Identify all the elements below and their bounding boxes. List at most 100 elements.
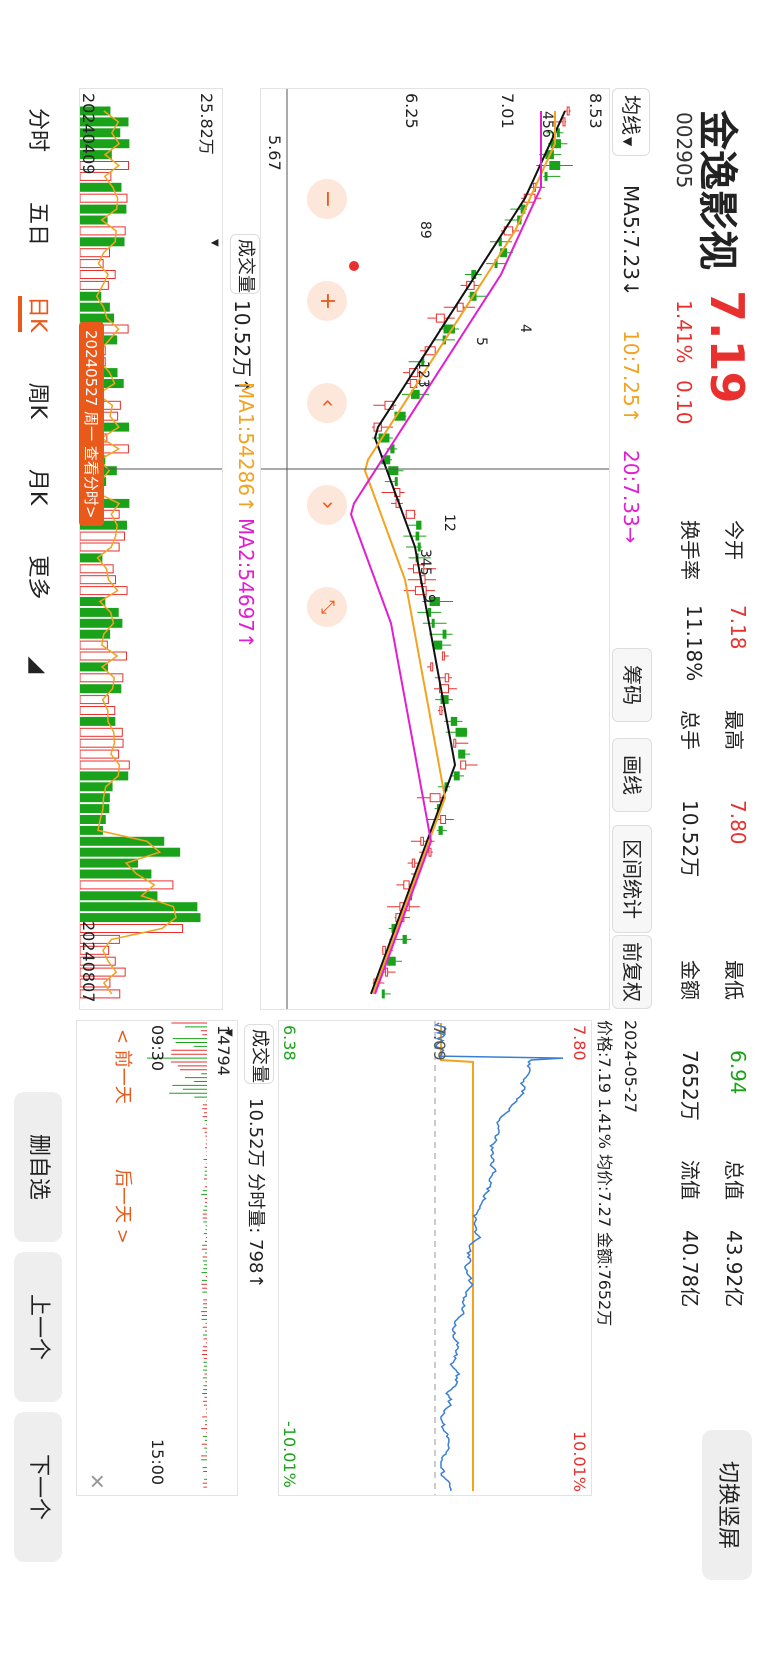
chips-button[interactable]: 筹码: [612, 648, 652, 722]
stat-float-value-value: 40.78亿: [678, 1230, 702, 1308]
intraday-bottom: 6.38: [280, 1025, 299, 1061]
switch-portrait-button[interactable]: 切换竖屏: [702, 1430, 752, 1580]
tab-weekly-k[interactable]: 周K: [18, 382, 56, 418]
volume-bar: [79, 586, 128, 596]
intraday-volume-select[interactable]: 成交量▼: [223, 1024, 274, 1084]
volume-select[interactable]: 成交量▼: [209, 234, 260, 294]
tab-more[interactable]: 更多 ◢: [18, 555, 56, 673]
candle-body: [415, 531, 420, 541]
stat-open-label: 今开: [722, 520, 746, 560]
period-tabs: 分时 五日 日K 周K 月K 更多 ◢: [18, 108, 56, 723]
candle-body: [405, 509, 416, 519]
red-dot-marker: [349, 261, 359, 271]
tab-intraday[interactable]: 分时: [18, 108, 56, 152]
intraday-bottom-pct: -10.01%: [280, 1421, 299, 1488]
volume-bar: [79, 531, 125, 541]
landscape-stage: 金逸影视 002905 7.19 1.41% 0.10 今开 7.18 最高 7…: [0, 0, 768, 1663]
kline-y-low: 5.67: [265, 135, 284, 171]
candle-body: [402, 934, 407, 944]
volume-bar: [79, 673, 124, 683]
volume-bar: [79, 542, 120, 552]
kline-panel[interactable]: 8.53 7.01 6.25 5.67 − + ‹ › ⤡ 345 12 123…: [260, 88, 610, 1010]
next-stock-button[interactable]: 下一个: [14, 1412, 62, 1562]
kline-label: 345: [417, 549, 433, 576]
scroll-left-icon[interactable]: ‹: [307, 383, 347, 423]
ma5-line: [370, 110, 566, 995]
ma10-line: [363, 111, 556, 995]
volume-value: 10.52万↑: [230, 300, 254, 395]
draw-line-button[interactable]: 画线: [612, 738, 652, 812]
intraday-panel[interactable]: 7.80 10.01% 7.09 6.38 -10.01%: [278, 1020, 592, 1496]
candle-body: [435, 313, 445, 323]
kline-label: 4: [517, 324, 533, 333]
change-pct: 1.41%: [672, 300, 696, 364]
tab-monthly-k[interactable]: 月K: [18, 469, 56, 505]
cursor-date-label[interactable]: 20240527 周一 查看分时>: [79, 322, 104, 527]
close-icon[interactable]: ✕: [85, 1473, 109, 1490]
zoom-out-icon[interactable]: −: [307, 179, 347, 219]
intraday-chart: [434, 1021, 564, 1495]
kline-label: 89: [417, 221, 433, 239]
volume-bar: [79, 771, 129, 781]
volume-bar: [79, 629, 111, 639]
candle-body: [453, 771, 460, 781]
volume-bar: [79, 684, 122, 694]
intraday-mid: 7.09: [430, 1025, 449, 1061]
intraday-volume-info: 10.52万 分时量: 798↑: [245, 1098, 266, 1289]
candle-body: [428, 847, 432, 857]
stock-price: 7.19: [700, 290, 754, 404]
kline-label: 456: [539, 111, 555, 138]
intraday-time-end: 15:00: [148, 1439, 167, 1486]
kline-label: 9: [421, 594, 437, 603]
scroll-right-icon[interactable]: ›: [307, 485, 347, 525]
candle-body: [403, 880, 410, 890]
change-abs: 0.10: [672, 380, 696, 425]
range-stats-button[interactable]: 区间统计: [612, 825, 652, 933]
kline-label: 12: [441, 514, 457, 532]
candle-body: [439, 706, 443, 715]
volume-bar: [79, 618, 123, 628]
fullscreen-icon[interactable]: ⤡: [307, 587, 347, 627]
candle-body: [381, 989, 385, 999]
fq-button[interactable]: 前复权: [612, 935, 652, 1009]
candle-body: [440, 815, 447, 824]
prev-day-link[interactable]: < 前一天: [111, 1029, 137, 1104]
previous-stock-button[interactable]: 上一个: [14, 1252, 62, 1402]
volume-bar: [79, 738, 124, 748]
intraday-price-info: 价格:7.19 1.41% 均价:7.27 金额:7652万: [595, 1020, 614, 1327]
ma5-value: MA5:7.23↓: [619, 185, 643, 297]
next-day-link[interactable]: 后一天 >: [111, 1169, 137, 1244]
stat-high-label: 最高: [722, 710, 746, 750]
tab-more-label: 更多: [25, 555, 50, 600]
stock-name: 金逸影视: [694, 110, 740, 270]
zoom-in-icon[interactable]: +: [307, 281, 347, 321]
stat-volume-label: 总手: [678, 710, 702, 750]
dropdown-icon: ▼: [621, 137, 635, 147]
kline-y-mid2: 6.25: [402, 93, 421, 129]
tab-five-day[interactable]: 五日: [18, 202, 56, 246]
ma-select[interactable]: 均线 ▼: [612, 88, 650, 156]
stat-open-value: 7.18: [726, 605, 750, 650]
stat-turnover-value: 11.18%: [682, 605, 706, 682]
volume-chart: [79, 106, 222, 999]
stat-low-value: 6.94: [726, 1050, 750, 1095]
remove-watchlist-button[interactable]: 删自选: [14, 1092, 62, 1242]
intraday-volume-panel: 14794 09:30 15:00 < 前一天 后一天 > ✕: [76, 1020, 238, 1496]
volume-panel[interactable]: 25.82万 20240409 20240807: [79, 88, 223, 1010]
candle-body: [385, 967, 389, 977]
kline-y-high: 8.53: [586, 93, 605, 129]
volume-bar: [79, 706, 116, 715]
stat-total-value-label: 总值: [722, 1160, 746, 1200]
intraday-volume-select-label: 成交量: [249, 1029, 270, 1083]
candle-body: [394, 477, 398, 487]
intraday-time-start: 09:30: [148, 1025, 167, 1072]
volume-bar: [79, 760, 130, 770]
candle-body: [431, 618, 435, 628]
volume-bar: [79, 193, 128, 203]
chart-nav-controls: − + ‹ › ⤡: [307, 179, 347, 627]
stat-amount-label: 金额: [678, 960, 702, 1000]
candle-body: [566, 106, 570, 116]
tab-daily-k[interactable]: 日K: [18, 296, 56, 333]
ma-select-label: 均线: [619, 95, 643, 135]
candle-body: [427, 607, 432, 617]
